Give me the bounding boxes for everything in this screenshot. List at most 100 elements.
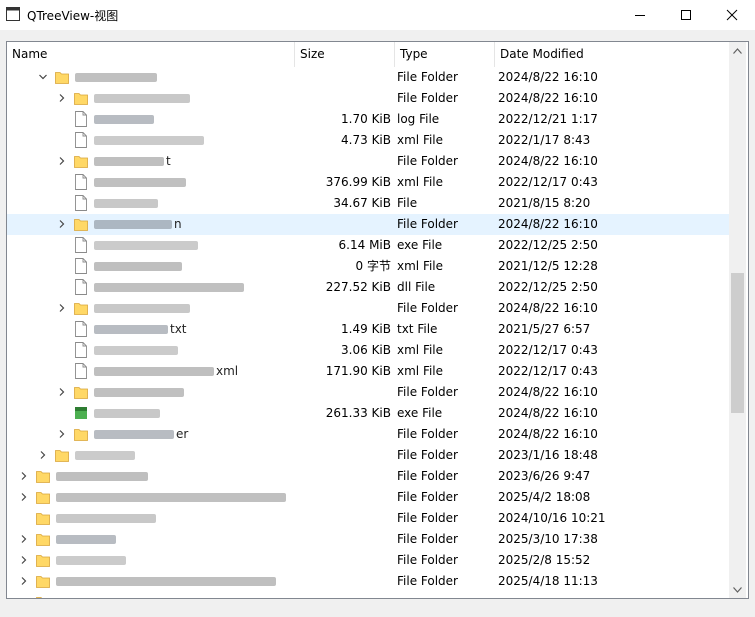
obscured-name xyxy=(94,325,168,334)
expand-chevron-right-icon[interactable] xyxy=(56,92,68,104)
type-cell: File Folder xyxy=(397,427,458,441)
maximize-button[interactable] xyxy=(663,0,709,30)
tree-row-file[interactable]: 261.33 KiB exe File 2024/8/22 16:10 xyxy=(7,403,729,424)
type-cell: xml File xyxy=(397,364,444,378)
expand-chevron-right-icon[interactable] xyxy=(18,575,30,587)
expand-chevron-right-icon[interactable] xyxy=(18,554,30,566)
tree-row-file[interactable]: txt 1.49 KiB txt File 2021/5/27 6:57 xyxy=(7,319,729,340)
file-icon xyxy=(75,195,87,211)
expand-chevron-right-icon[interactable] xyxy=(18,470,30,482)
type-cell: dll File xyxy=(397,280,436,294)
close-button[interactable] xyxy=(709,0,755,30)
tree-row-folder[interactable] xyxy=(7,592,729,598)
header-size[interactable]: Size xyxy=(295,42,395,67)
header-name[interactable]: Name xyxy=(7,42,295,67)
date-modified-cell: 2023/1/16 18:48 xyxy=(498,448,598,462)
tree-row-file[interactable]: 34.67 KiB File 2021/8/15 8:20 xyxy=(7,193,729,214)
expand-chevron-right-icon[interactable] xyxy=(18,491,30,503)
tree-row-file[interactable]: 4.73 KiB xml File 2022/1/17 8:43 xyxy=(7,130,729,151)
tree-row-folder[interactable]: File Folder 2024/8/22 16:10 xyxy=(7,298,729,319)
file-icon xyxy=(75,321,87,337)
folder-icon xyxy=(74,387,88,399)
expand-chevron-right-icon[interactable] xyxy=(56,302,68,314)
obscured-name xyxy=(56,556,126,565)
size-cell: 1.70 KiB xyxy=(341,112,391,126)
tree-row-folder[interactable]: t File Folder 2024/8/22 16:10 xyxy=(7,151,729,172)
name-visible-fragment: txt xyxy=(170,322,187,336)
expand-chevron-right-icon[interactable] xyxy=(56,386,68,398)
expand-chevron-right-icon[interactable] xyxy=(56,155,68,167)
tree-row-file[interactable]: 6.14 MiB exe File 2022/12/25 2:50 xyxy=(7,235,729,256)
tree-row-file[interactable]: xml 171.90 KiB xml File 2022/12/17 0:43 xyxy=(7,361,729,382)
tree-row-folder[interactable]: File Folder 2023/1/16 18:48 xyxy=(7,445,729,466)
tree-row-file[interactable]: 1.70 KiB log File 2022/12/21 1:17 xyxy=(7,109,729,130)
type-cell: File Folder xyxy=(397,217,458,231)
tree-row-folder[interactable]: File Folder 2024/8/22 16:10 xyxy=(7,382,729,403)
tree-row-folder[interactable]: File Folder 2024/10/16 10:21 xyxy=(7,508,729,529)
obscured-name xyxy=(56,493,286,502)
date-modified-cell: 2021/8/15 8:20 xyxy=(498,196,591,210)
expand-chevron-right-icon[interactable] xyxy=(37,449,49,461)
type-cell: File Folder xyxy=(397,532,458,546)
obscured-name xyxy=(94,157,164,166)
date-modified-cell: 2022/1/17 8:43 xyxy=(498,133,591,147)
tree-row-file[interactable]: 0 字节 xml File 2021/12/5 12:28 xyxy=(7,256,729,277)
obscured-name xyxy=(94,409,160,418)
obscured-name xyxy=(94,178,186,187)
date-modified-cell: 2023/6/26 9:47 xyxy=(498,469,591,483)
date-modified-cell: 2021/5/27 6:57 xyxy=(498,322,591,336)
obscured-name xyxy=(94,136,204,145)
maximize-icon xyxy=(681,10,691,20)
date-modified-cell: 2025/4/2 18:08 xyxy=(498,490,591,504)
window-title: QTreeView-视图 xyxy=(27,9,119,23)
obscured-name xyxy=(94,115,154,124)
obscured-name xyxy=(75,451,135,460)
tree-row-folder[interactable]: File Folder 2025/4/2 18:08 xyxy=(7,487,729,508)
tree-row-folder[interactable]: File Folder 2024/8/22 16:10 xyxy=(7,67,729,88)
tree-row-file[interactable]: 227.52 KiB dll File 2022/12/25 2:50 xyxy=(7,277,729,298)
expand-chevron-down-icon[interactable] xyxy=(37,71,49,83)
obscured-name xyxy=(94,430,174,439)
tree-row-folder[interactable]: n File Folder 2024/8/22 16:10 xyxy=(7,214,729,235)
size-cell xyxy=(295,214,391,235)
scrollbar-thumb[interactable] xyxy=(731,273,744,413)
file-icon xyxy=(75,258,87,274)
tree-row-folder[interactable]: File Folder 2024/8/22 16:10 xyxy=(7,88,729,109)
scroll-up-button[interactable] xyxy=(729,42,746,59)
tree-row-file[interactable]: 3.06 KiB xml File 2022/12/17 0:43 xyxy=(7,340,729,361)
file-icon xyxy=(75,279,87,295)
tree-row-folder[interactable]: File Folder 2025/4/18 11:13 xyxy=(7,571,729,592)
file-icon xyxy=(75,342,87,358)
tree-row-folder[interactable]: er File Folder 2024/8/22 16:10 xyxy=(7,424,729,445)
tree-view[interactable]: Name Size Type Date Modified File Folder… xyxy=(6,41,749,599)
tree-row-folder[interactable]: File Folder 2025/2/8 15:52 xyxy=(7,550,729,571)
header-type[interactable]: Type xyxy=(395,42,495,67)
folder-icon xyxy=(36,513,50,525)
folder-icon xyxy=(36,534,50,546)
chevron-up-icon xyxy=(733,47,742,54)
type-cell: xml File xyxy=(397,343,444,357)
size-cell: 227.52 KiB xyxy=(325,280,391,294)
vertical-scrollbar[interactable] xyxy=(729,42,746,598)
expand-chevron-right-icon[interactable] xyxy=(18,596,30,598)
expand-chevron-right-icon[interactable] xyxy=(56,428,68,440)
header-date-modified[interactable]: Date Modified xyxy=(495,42,729,67)
scroll-down-button[interactable] xyxy=(729,581,746,598)
expand-chevron-right-icon[interactable] xyxy=(18,533,30,545)
folder-icon xyxy=(36,597,43,598)
folder-icon xyxy=(74,429,88,441)
obscured-name xyxy=(94,199,158,208)
obscured-name xyxy=(56,472,148,481)
size-cell: 3.06 KiB xyxy=(341,343,391,357)
tree-row-folder[interactable]: File Folder 2023/6/26 9:47 xyxy=(7,466,729,487)
minimize-button[interactable] xyxy=(617,0,663,30)
date-modified-cell: 2022/12/21 1:17 xyxy=(498,112,598,126)
type-cell: File Folder xyxy=(397,91,458,105)
size-cell xyxy=(295,298,391,319)
type-cell: File Folder xyxy=(397,511,458,525)
date-modified-cell: 2024/8/22 16:10 xyxy=(498,154,598,168)
expand-chevron-right-icon[interactable] xyxy=(56,218,68,230)
tree-row-file[interactable]: 376.99 KiB xml File 2022/12/17 0:43 xyxy=(7,172,729,193)
tree-row-folder[interactable]: File Folder 2025/3/10 17:38 xyxy=(7,529,729,550)
obscured-name xyxy=(94,94,190,103)
